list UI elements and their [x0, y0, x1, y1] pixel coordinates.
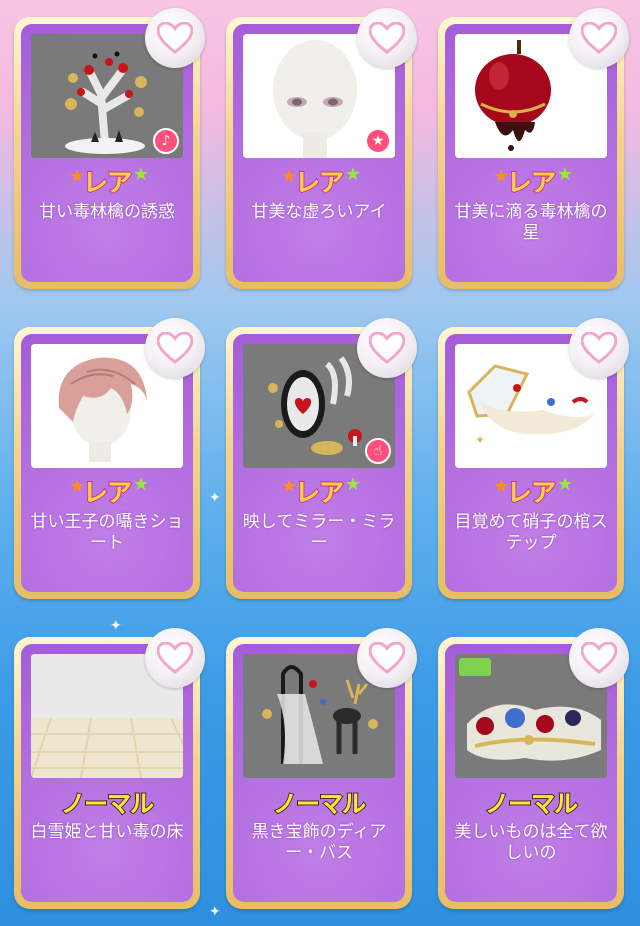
rarity-text: レア [82, 477, 133, 508]
rarity-text: レア [82, 167, 133, 198]
sparkle-icon: ✦ [209, 904, 221, 920]
item-grid: ♪ ★ レア ★ 甘い毒林檎の誘惑 ★ ★ レア ★ 甘美な虚ろいアイ ★ レア… [0, 0, 640, 926]
heart-icon [369, 642, 405, 674]
rarity-label: ノーマル [233, 784, 405, 819]
star-icon: ★ [556, 164, 573, 185]
rarity-label: ★ レア ★ [21, 474, 193, 508]
heart-icon [369, 22, 405, 54]
star-icon: ★ [365, 128, 391, 154]
rarity-label: ★ レア ★ [445, 474, 617, 508]
star-icon: ★ [344, 164, 361, 185]
rarity-text: ノーマル [60, 789, 155, 819]
star-icon: ★ [344, 474, 361, 495]
rarity-label: ★ レア ★ [233, 474, 405, 508]
rarity-label: ノーマル [445, 784, 617, 819]
rarity-text: ノーマル [484, 789, 579, 819]
music-note-icon: ♪ [153, 128, 179, 154]
rarity-label: ★ レア ★ [233, 164, 405, 198]
star-icon: ★ [132, 164, 149, 185]
item-name: 甘い王子の囁きショート [30, 512, 184, 553]
heart-icon [157, 332, 193, 364]
item-name: 黒き宝飾のディアー・バス [251, 822, 387, 863]
favorite-heart-button[interactable] [569, 628, 629, 688]
item-name: 甘美な虚ろいアイ [251, 202, 387, 222]
item-name: 映してミラー・ミラー [242, 512, 396, 553]
tap-hand-icon: ☝ [365, 438, 391, 464]
favorite-heart-button[interactable] [145, 628, 205, 688]
rarity-text: レア [294, 167, 345, 198]
favorite-heart-button[interactable] [357, 318, 417, 378]
heart-icon [157, 642, 193, 674]
favorite-heart-button[interactable] [357, 628, 417, 688]
rarity-text: レア [506, 477, 557, 508]
rarity-text: ノーマル [272, 789, 367, 819]
item-name: 甘い毒林檎の誘惑 [39, 202, 175, 222]
rarity-text: レア [506, 167, 557, 198]
item-name: 甘美に滴る毒林檎の星 [454, 202, 608, 243]
item-name: 目覚めて硝子の棺ステップ [454, 512, 608, 553]
rarity-text: レア [294, 477, 345, 508]
rarity-label: ★ レア ★ [445, 164, 617, 198]
favorite-heart-button[interactable] [145, 318, 205, 378]
star-icon: ★ [132, 474, 149, 495]
gift-box-icon [459, 656, 491, 676]
rarity-label: ノーマル [21, 784, 193, 819]
svg-text:✦: ✦ [475, 433, 485, 447]
sparkle-icon: ✦ [110, 618, 122, 634]
heart-icon [157, 22, 193, 54]
favorite-heart-button[interactable] [569, 8, 629, 68]
rarity-label: ★ レア ★ [21, 164, 193, 198]
heart-icon [581, 642, 617, 674]
star-icon: ★ [556, 474, 573, 495]
favorite-heart-button[interactable] [569, 318, 629, 378]
favorite-heart-button[interactable] [357, 8, 417, 68]
heart-icon [581, 332, 617, 364]
heart-icon [581, 22, 617, 54]
item-name: 美しいものは全て欲しいの [454, 822, 608, 863]
favorite-heart-button[interactable] [145, 8, 205, 68]
sparkle-icon: ✦ [209, 490, 221, 506]
item-name: 白雪姫と甘い毒の床 [30, 822, 184, 842]
heart-icon [369, 332, 405, 364]
